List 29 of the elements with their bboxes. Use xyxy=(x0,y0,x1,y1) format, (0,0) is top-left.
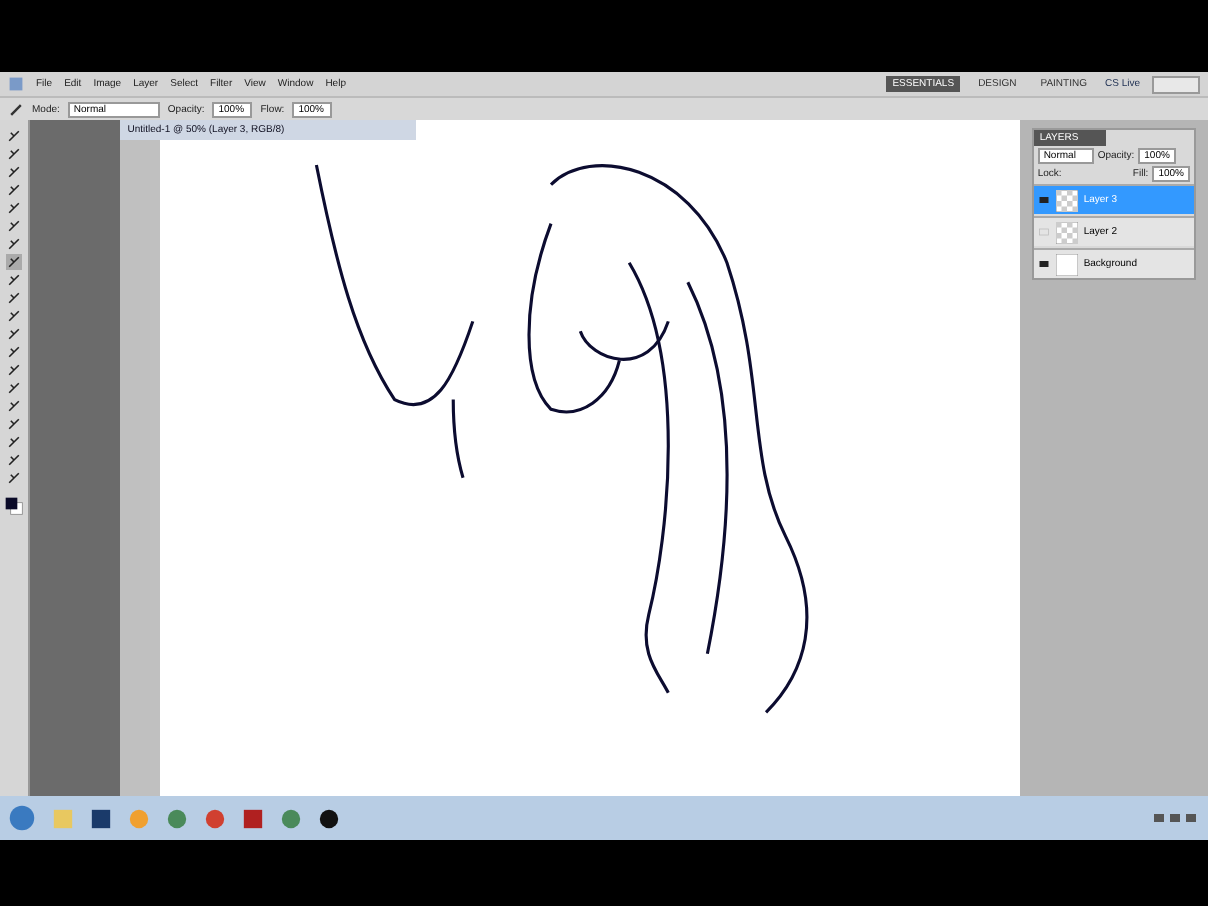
tool-icon[interactable] xyxy=(5,326,22,342)
tool-icon[interactable] xyxy=(5,470,22,486)
taskbar-app-icon[interactable] xyxy=(318,807,340,829)
system-tray-icon[interactable] xyxy=(1152,808,1200,828)
brush-icon[interactable] xyxy=(8,101,24,117)
tool-icon[interactable] xyxy=(5,308,22,324)
tool-icon[interactable] xyxy=(5,236,22,252)
tool-icon[interactable] xyxy=(5,434,22,450)
visibility-icon[interactable] xyxy=(1037,194,1050,206)
start-button-icon[interactable] xyxy=(8,804,36,832)
tool-icon[interactable] xyxy=(5,452,22,468)
tool-icon[interactable] xyxy=(5,416,22,432)
tool-icon[interactable] xyxy=(5,218,22,234)
tool-icon[interactable] xyxy=(5,398,22,414)
tool-icon[interactable] xyxy=(5,164,22,180)
visibility-icon[interactable] xyxy=(1037,258,1050,270)
tool-icon[interactable] xyxy=(5,200,22,216)
tool-icon[interactable] xyxy=(5,272,22,288)
tool-icon[interactable] xyxy=(5,254,22,270)
tool-icon[interactable] xyxy=(5,290,22,306)
tool-icon[interactable] xyxy=(5,128,22,144)
tool-icon[interactable] xyxy=(5,362,22,378)
tool-icon[interactable] xyxy=(5,344,22,360)
app-logo-icon xyxy=(8,76,24,92)
taskbar-app-icon[interactable] xyxy=(90,807,112,829)
tool-icon[interactable] xyxy=(5,146,22,162)
tool-icon[interactable] xyxy=(5,380,22,396)
tool-icon[interactable] xyxy=(5,182,22,198)
color-swatch-icon[interactable] xyxy=(3,496,24,516)
